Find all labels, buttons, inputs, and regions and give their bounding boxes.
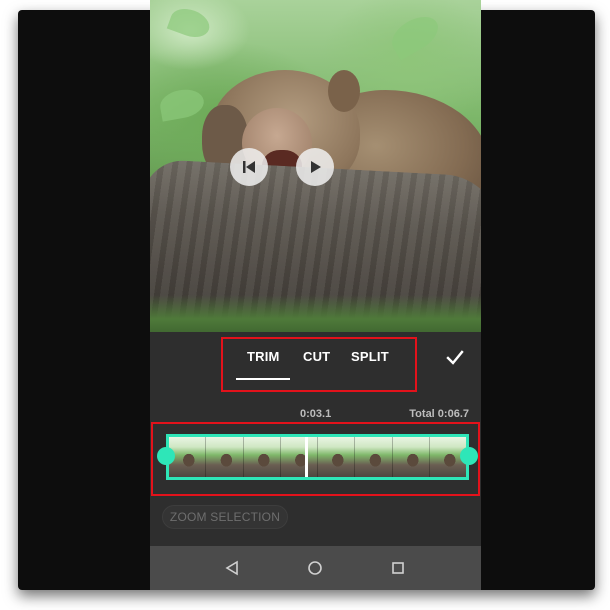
branch-foliage [150,295,481,332]
check-icon [446,350,464,365]
total-duration-label: Total 0:06.7 [409,408,469,420]
tab-trim[interactable]: TRIM [247,349,280,369]
back-button[interactable] [222,558,242,578]
play-icon [311,161,321,173]
edit-mode-tabs: TRIM CUT SPLIT [221,337,417,392]
back-triangle-icon [225,560,238,576]
leaf-decoration [157,86,207,122]
filmstrip-frame [318,437,356,477]
skip-previous-icon [243,161,255,173]
playhead[interactable] [305,437,308,477]
leaf-decoration [166,3,214,43]
monkey-ear [328,70,360,112]
zoom-selection-button[interactable]: ZOOM SELECTION [162,505,288,529]
skip-previous-button[interactable] [230,148,268,186]
tab-split[interactable]: SPLIT [351,349,389,369]
system-navigation-bar [150,546,481,590]
phone-screen: TRIM CUT SPLIT 0:03.1 Total 0:06.7 ZOOM … [150,0,481,590]
filmstrip-frame [355,437,393,477]
home-circle-icon [308,561,322,575]
leaf-decoration [385,9,445,61]
tab-cut[interactable]: CUT [303,349,330,369]
filmstrip-frame [280,437,318,477]
filmstrip-frame [243,437,281,477]
trim-start-handle[interactable] [157,447,175,465]
trim-end-handle[interactable] [460,447,478,465]
home-button[interactable] [305,558,325,578]
timeline-highlight [151,422,480,496]
recents-button[interactable] [388,558,408,578]
current-time-label: 0:03.1 [300,408,332,420]
video-filmstrip[interactable] [166,434,469,480]
play-button[interactable] [296,148,334,186]
active-tab-indicator [236,378,290,380]
recents-square-icon [392,562,404,574]
video-preview[interactable] [150,0,481,332]
filmstrip-frame [206,437,244,477]
confirm-button[interactable] [442,345,468,371]
filmstrip-frame [392,437,430,477]
